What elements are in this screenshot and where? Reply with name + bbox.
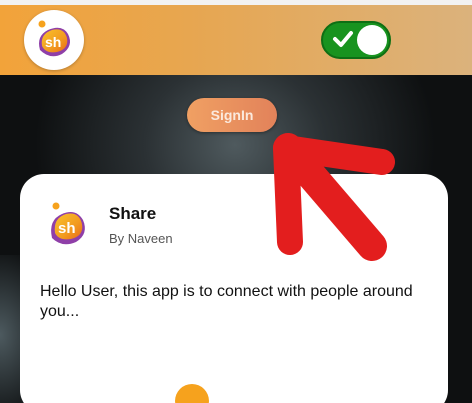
card-author: By Naveen <box>109 231 173 246</box>
card-logo-text: sh <box>58 220 76 237</box>
orange-dot-decoration <box>175 384 209 403</box>
theme-toggle[interactable] <box>321 21 391 59</box>
card-message: Hello User, this app is to connect with … <box>40 283 413 320</box>
toggle-knob[interactable] <box>357 25 387 55</box>
signin-button[interactable]: SignIn <box>187 98 277 132</box>
app-logo[interactable]: sh <box>24 10 84 70</box>
sh-logo-icon: sh <box>51 202 85 245</box>
card-title: Share <box>109 204 157 223</box>
check-icon <box>333 31 353 47</box>
intro-card: sh Share By Naveen Hello User, this app … <box>20 174 448 403</box>
logo-text: sh <box>45 34 61 50</box>
app-header: sh <box>0 5 472 75</box>
sh-logo-icon: sh <box>38 20 70 57</box>
